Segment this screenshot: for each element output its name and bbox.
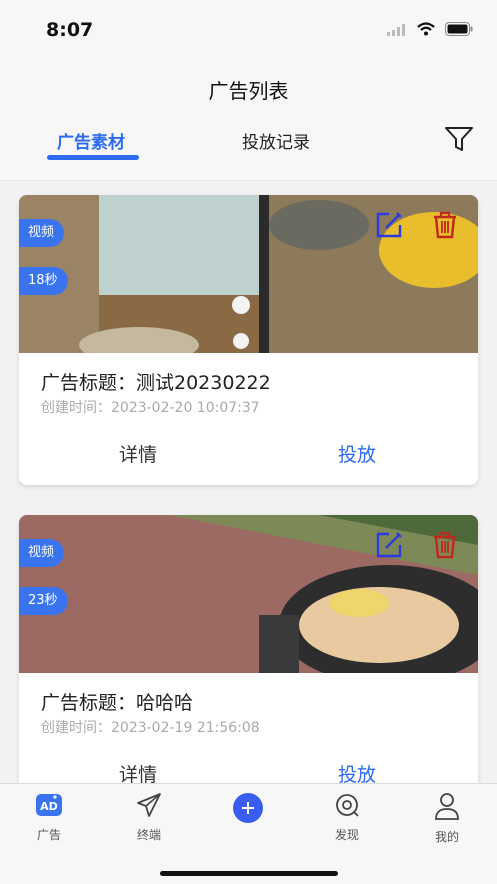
- tabbar-item-add[interactable]: [213, 792, 283, 832]
- video-thumbnail[interactable]: 视频 23秒: [19, 515, 478, 673]
- tabbar-item-ad[interactable]: AD 广告: [14, 792, 84, 843]
- type-badge: 视频: [19, 219, 65, 247]
- page-title: 广告列表: [208, 79, 289, 103]
- filter-icon[interactable]: [443, 124, 475, 154]
- ad-list[interactable]: 视频 18秒 广告标题：测试20230222 创建时间：2023-02-20 1: [0, 181, 497, 783]
- tabbar-item-terminal[interactable]: 终端: [114, 792, 184, 843]
- ad-title: 广告标题：哈哈哈: [41, 692, 194, 714]
- created-time: 创建时间：2023-02-19 21:56:08: [41, 720, 260, 736]
- video-thumbnail[interactable]: 视频 18秒: [19, 195, 478, 353]
- status-icons: [387, 21, 473, 40]
- tabbar-item-discover[interactable]: 发现: [312, 792, 382, 843]
- active-tab-indicator: [47, 155, 139, 160]
- profile-icon: [435, 793, 459, 820]
- svg-text:AD: AD: [40, 800, 58, 813]
- detail-button[interactable]: 详情: [119, 440, 157, 467]
- wifi-icon: [417, 21, 435, 40]
- detail-button[interactable]: 详情: [119, 760, 157, 783]
- tab-ad-materials[interactable]: 广告素材: [57, 128, 125, 153]
- tabbar-label: 我的: [434, 830, 459, 844]
- created-time: 创建时间：2023-02-20 10:07:37: [41, 400, 260, 416]
- tabbar-label: 终端: [136, 828, 161, 842]
- duration-badge: 18秒: [19, 267, 68, 295]
- bottom-tab-bar: AD 广告 终端 发现 我的: [0, 783, 497, 884]
- deploy-button[interactable]: 投放: [338, 760, 376, 783]
- tabbar-label: 广告: [36, 828, 61, 842]
- home-indicator[interactable]: [160, 871, 338, 876]
- type-badge: 视频: [19, 539, 65, 567]
- status-bar: 8:07: [0, 0, 497, 60]
- delete-icon[interactable]: [430, 210, 460, 240]
- status-time: 8:07: [46, 19, 94, 41]
- duration-badge: 23秒: [19, 587, 68, 615]
- signal-icon: [387, 21, 407, 40]
- tabbar-item-profile[interactable]: 我的: [412, 792, 482, 845]
- ad-icon: AD: [36, 794, 62, 816]
- edit-icon[interactable]: [374, 210, 404, 240]
- ad-card[interactable]: 视频 23秒 广告标题：哈哈哈 创建时间：2023-02-19 21:56:08: [19, 515, 478, 783]
- deploy-button[interactable]: 投放: [338, 440, 376, 467]
- tabbar-label: 发现: [334, 828, 359, 842]
- ad-title: 广告标题：测试20230222: [41, 372, 271, 394]
- ad-card[interactable]: 视频 18秒 广告标题：测试20230222 创建时间：2023-02-20 1: [19, 195, 478, 485]
- battery-icon: [445, 21, 473, 40]
- plus-icon: [233, 793, 263, 823]
- tab-deploy-records[interactable]: 投放记录: [242, 128, 310, 153]
- paper-plane-icon: [137, 793, 161, 817]
- delete-icon[interactable]: [430, 530, 460, 560]
- page-header: 广告列表 广告素材 投放记录: [0, 60, 497, 181]
- discover-icon: [336, 794, 359, 817]
- edit-icon[interactable]: [374, 530, 404, 560]
